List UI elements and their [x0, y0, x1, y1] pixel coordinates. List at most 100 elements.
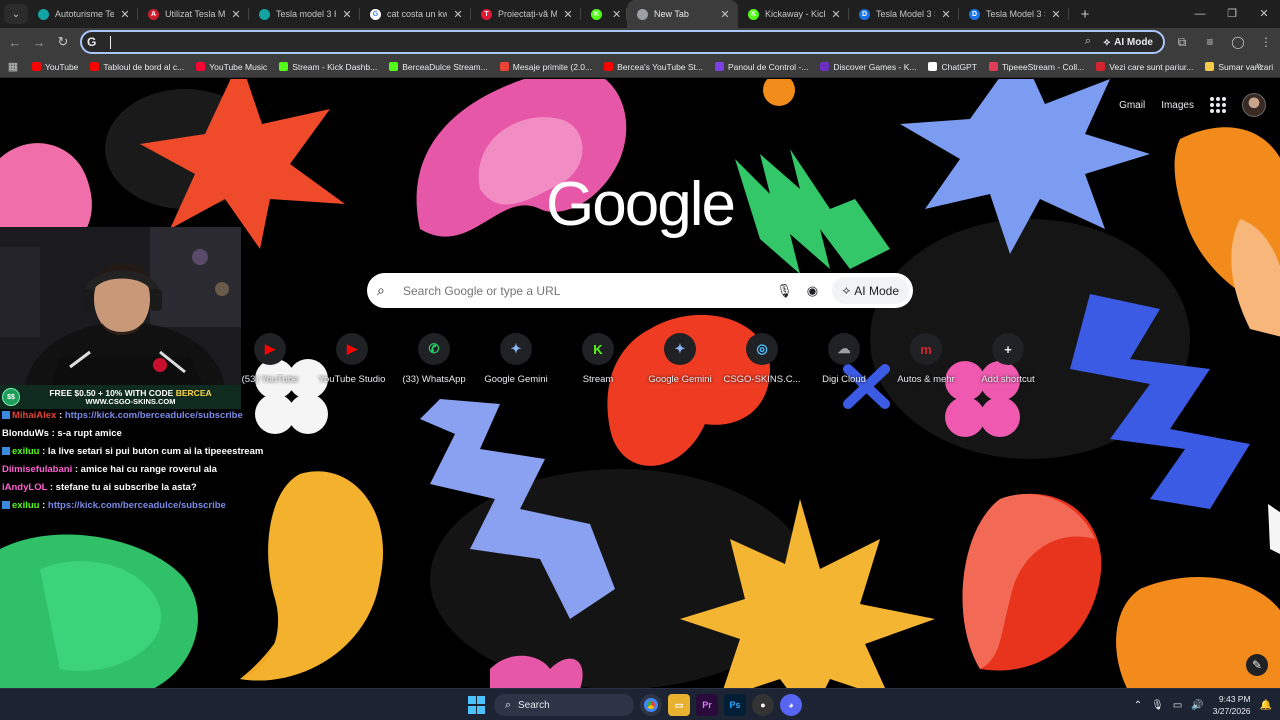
shortcut-tile[interactable]: ☁ Digi Cloud — [803, 333, 885, 385]
chrome-icon[interactable] — [640, 694, 662, 716]
minimize-icon[interactable]: — — [1184, 0, 1216, 28]
images-link[interactable]: Images — [1161, 100, 1194, 111]
clock[interactable]: 9:43 PM 3/27/2026 — [1213, 693, 1251, 717]
bookmark-item[interactable]: Bercea's YouTube St... — [598, 62, 709, 72]
tab[interactable]: K Kickaway - Kick G ✕ — [738, 0, 849, 28]
shortcut-tile[interactable]: K Stream — [557, 333, 639, 385]
network-icon[interactable]: ▭ — [1173, 700, 1182, 711]
bookmark-item[interactable]: Vezi care sunt pariur... — [1090, 62, 1199, 72]
shortcut-tile[interactable]: ✆ (33) WhatsApp — [393, 333, 475, 385]
bookmark-item[interactable]: Mesaje primite (2.0... — [494, 62, 598, 72]
tab-title: Tesla Model 3 Sta — [986, 9, 1045, 19]
gmail-link[interactable]: Gmail — [1119, 100, 1145, 111]
bookmark-favicon-icon — [715, 62, 725, 71]
close-tab-icon[interactable]: ✕ — [561, 8, 575, 21]
media-controls-icon[interactable]: ≡ — [1196, 35, 1224, 49]
close-tab-icon[interactable]: ✕ — [340, 8, 354, 21]
shortcut-tile[interactable]: ▶ YouTube Studio — [311, 333, 393, 385]
address-bar[interactable]: G ⌕ ⟡ AI Mode — [80, 30, 1165, 54]
bookmark-item[interactable]: Panoul de Control -... — [709, 62, 814, 72]
tab[interactable]: T Proiectați-vă Mod ✕ — [471, 0, 581, 28]
bookmark-item[interactable]: YouTube Music — [190, 62, 273, 72]
microphone-tray-icon[interactable]: 🎙 — [1151, 700, 1164, 711]
photoshop-icon[interactable]: Ps — [724, 694, 746, 716]
ntp-search-input[interactable] — [403, 283, 771, 298]
account-avatar[interactable] — [1242, 93, 1266, 117]
shortcut-tile[interactable]: ◎ CSGO-SKINS.C... — [721, 333, 803, 385]
shortcut-tile[interactable]: ▶ (53) YouTube — [229, 333, 311, 385]
google-apps-icon[interactable] — [1210, 97, 1226, 113]
bookmark-item[interactable]: BerceaDulce Stream... — [383, 62, 494, 72]
close-tab-icon[interactable]: ✕ — [718, 8, 732, 21]
bookmark-item[interactable]: TipeeeStream - Coll... — [983, 62, 1090, 72]
bookmark-label: Bercea's YouTube St... — [617, 61, 704, 72]
file-explorer-icon[interactable]: ▭ — [668, 694, 690, 716]
volume-icon[interactable]: 🔊 — [1191, 700, 1203, 711]
menu-icon[interactable]: ⋮ — [1252, 35, 1280, 49]
close-window-icon[interactable]: ✕ — [1248, 0, 1280, 28]
tab-title: Proiectați-vă Mod — [498, 9, 557, 19]
start-button[interactable] — [466, 694, 488, 716]
tab[interactable]: A Utilizat Tesla Mod ✕ — [138, 0, 249, 28]
close-tab-icon[interactable]: ✕ — [118, 8, 132, 21]
tab[interactable]: Gcat costa un kw la ✕ — [360, 0, 471, 28]
bookmark-label: YouTube Music — [209, 61, 268, 72]
bookmark-item[interactable]: Stream - Kick Dashb... — [273, 62, 383, 72]
more-bookmarks-icon[interactable]: » — [1256, 60, 1262, 72]
microphone-icon[interactable]: 🎙 — [770, 283, 798, 299]
customize-pencil-icon[interactable]: ✎ — [1246, 654, 1268, 676]
obs-icon[interactable]: ● — [752, 694, 774, 716]
tab-favicon-icon: D — [969, 8, 980, 20]
tab-favicon-icon: K — [748, 8, 759, 20]
apps-grid-icon[interactable]: ▦ — [0, 60, 26, 73]
new-tab-button[interactable]: + — [1073, 6, 1097, 23]
shortcut-tile[interactable]: + Add shortcut — [967, 333, 1049, 385]
tab-title: Tesla model 3 Hig — [276, 9, 336, 19]
tab[interactable]: Tesla model 3 Hig ✕ — [249, 0, 360, 28]
bookmark-label: Panoul de Control -... — [728, 61, 809, 72]
tab[interactable]: Autoturisme Tesla ✕ — [28, 0, 138, 28]
bookmark-item[interactable]: ChatGPT — [922, 62, 982, 72]
shortcut-tile[interactable]: m Autos & mehr — [885, 333, 967, 385]
premiere-pro-icon[interactable]: Pr — [696, 694, 718, 716]
discord-icon[interactable]: ◕ — [780, 694, 802, 716]
tab[interactable]: New Tab ✕ — [627, 0, 738, 28]
zoom-icon[interactable]: ⌕ — [1085, 35, 1091, 48]
tab[interactable]: D Tesla Model 3 Sta ✕ — [849, 0, 959, 28]
google-lens-icon[interactable]: ◉ — [798, 283, 826, 299]
shortcut-tile[interactable]: ✦ Google Gemini — [475, 333, 557, 385]
profile-icon[interactable]: ◯ — [1224, 35, 1252, 49]
taskbar-search[interactable]: ⌕ Search — [494, 694, 634, 716]
tab-search-button[interactable]: ⌄ — [4, 4, 28, 24]
close-tab-icon[interactable]: ✕ — [1049, 8, 1063, 21]
window-controls: — ❐ ✕ — [1184, 0, 1280, 28]
chat-link[interactable]: https://kick.com/berceadulce/subscribe — [48, 500, 226, 511]
tab[interactable]: KBer✕ — [581, 0, 627, 28]
close-tab-icon[interactable]: ✕ — [939, 8, 953, 21]
forward-button[interactable]: → — [27, 30, 51, 54]
close-tab-icon[interactable]: ✕ — [612, 8, 621, 21]
back-button[interactable]: ← — [3, 30, 27, 54]
address-input[interactable] — [112, 34, 1012, 50]
close-tab-icon[interactable]: ✕ — [229, 8, 243, 21]
tab-favicon-icon: A — [148, 8, 159, 20]
omnibox-ai-mode-button[interactable]: ⟡ AI Mode — [1097, 33, 1159, 51]
reload-button[interactable]: ↻ — [51, 30, 75, 54]
bookmark-item[interactable]: YouTube — [26, 62, 84, 72]
close-tab-icon[interactable]: ✕ — [451, 8, 465, 21]
tray-overflow-icon[interactable]: ⌃ — [1134, 700, 1142, 711]
notifications-icon[interactable]: 🔔 — [1260, 700, 1272, 711]
chat-link[interactable]: https://kick.com/berceadulce/subscribe — [65, 410, 243, 421]
shortcut-tile[interactable]: ✦ Google Gemini — [639, 333, 721, 385]
bookmark-item[interactable]: Sumar vanzari — [1199, 62, 1279, 72]
tab[interactable]: D Tesla Model 3 Sta ✕ — [959, 0, 1069, 28]
restore-icon[interactable]: ❐ — [1216, 0, 1248, 28]
ntp-ai-mode-button[interactable]: ⟡ AI Mode — [832, 277, 909, 304]
extensions-icon[interactable]: ⧉ — [1168, 35, 1196, 50]
close-tab-icon[interactable]: ✕ — [829, 8, 843, 21]
bookmark-item[interactable]: Tabloul de bord al c... — [84, 62, 190, 72]
ntp-search-box[interactable]: ⌕ 🎙 ◉ ⟡AI Mode — [367, 273, 913, 308]
chat-separator: : — [47, 482, 56, 493]
bookmark-item[interactable]: Discover Games - K... — [814, 62, 922, 72]
tab-strip: ⌄ Autoturisme Tesla ✕ A Utilizat Tesla Mod ✕… — [0, 0, 1280, 28]
